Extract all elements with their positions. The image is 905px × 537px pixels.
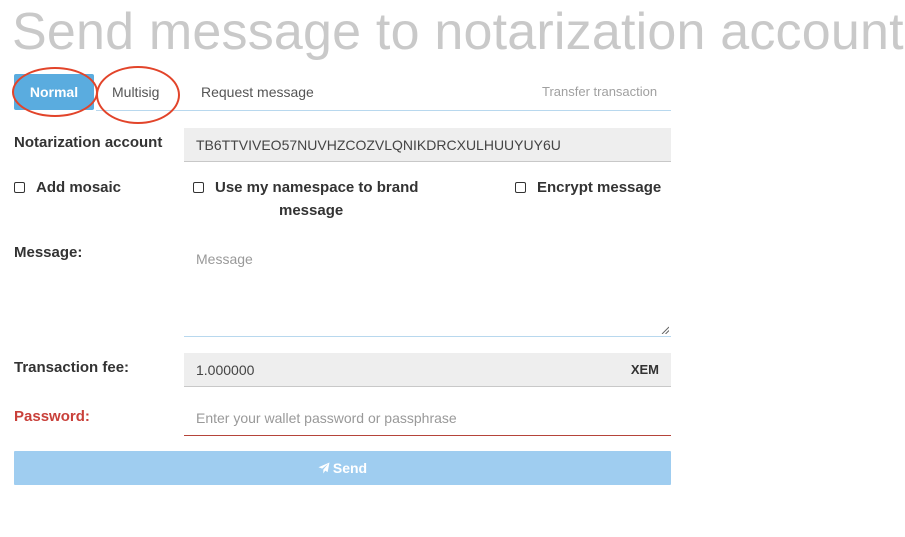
message-textarea[interactable]: Message — [184, 241, 671, 337]
add-mosaic-checkbox[interactable] — [14, 182, 25, 193]
add-mosaic-option[interactable]: Add mosaic — [14, 179, 121, 196]
fee-unit: XEM — [630, 362, 659, 377]
tabs-underline — [96, 110, 671, 111]
highlight-ring-multisig — [96, 66, 180, 124]
password-label: Password: — [14, 408, 90, 425]
namespace-label-line1: Use my namespace to brand — [215, 179, 419, 196]
send-button[interactable]: Send — [14, 451, 671, 485]
message-placeholder: Message — [196, 251, 253, 267]
password-input[interactable] — [184, 401, 671, 436]
add-mosaic-label: Add mosaic — [36, 179, 122, 196]
namespace-label-line2: message — [279, 202, 344, 219]
fee-field: 1.000000 XEM — [184, 353, 671, 387]
tab-request-message[interactable]: Request message — [201, 74, 314, 110]
highlight-ring-normal — [12, 67, 98, 117]
namespace-checkbox[interactable] — [193, 182, 204, 193]
account-label: Notarization account — [14, 134, 163, 151]
account-field: TB6TTVIVEO57NUVHZCOZVLQNIKDRCXULHUUYUY6U — [184, 128, 671, 162]
resize-handle-icon[interactable] — [661, 326, 669, 334]
paper-plane-icon — [318, 462, 330, 474]
page-title: Send message to notarization account — [12, 3, 904, 61]
message-label: Message: — [14, 244, 83, 261]
fee-label: Transaction fee: — [14, 359, 130, 376]
encrypt-option[interactable]: Encrypt message — [515, 179, 661, 196]
send-label: Send — [332, 460, 368, 476]
fee-value: 1.000000 — [196, 362, 255, 378]
tab-transfer-transaction[interactable]: Transfer transaction — [542, 74, 657, 110]
encrypt-checkbox[interactable] — [515, 182, 526, 193]
encrypt-label: Encrypt message — [537, 179, 662, 196]
namespace-option[interactable]: Use my namespace to brand message — [193, 179, 473, 219]
